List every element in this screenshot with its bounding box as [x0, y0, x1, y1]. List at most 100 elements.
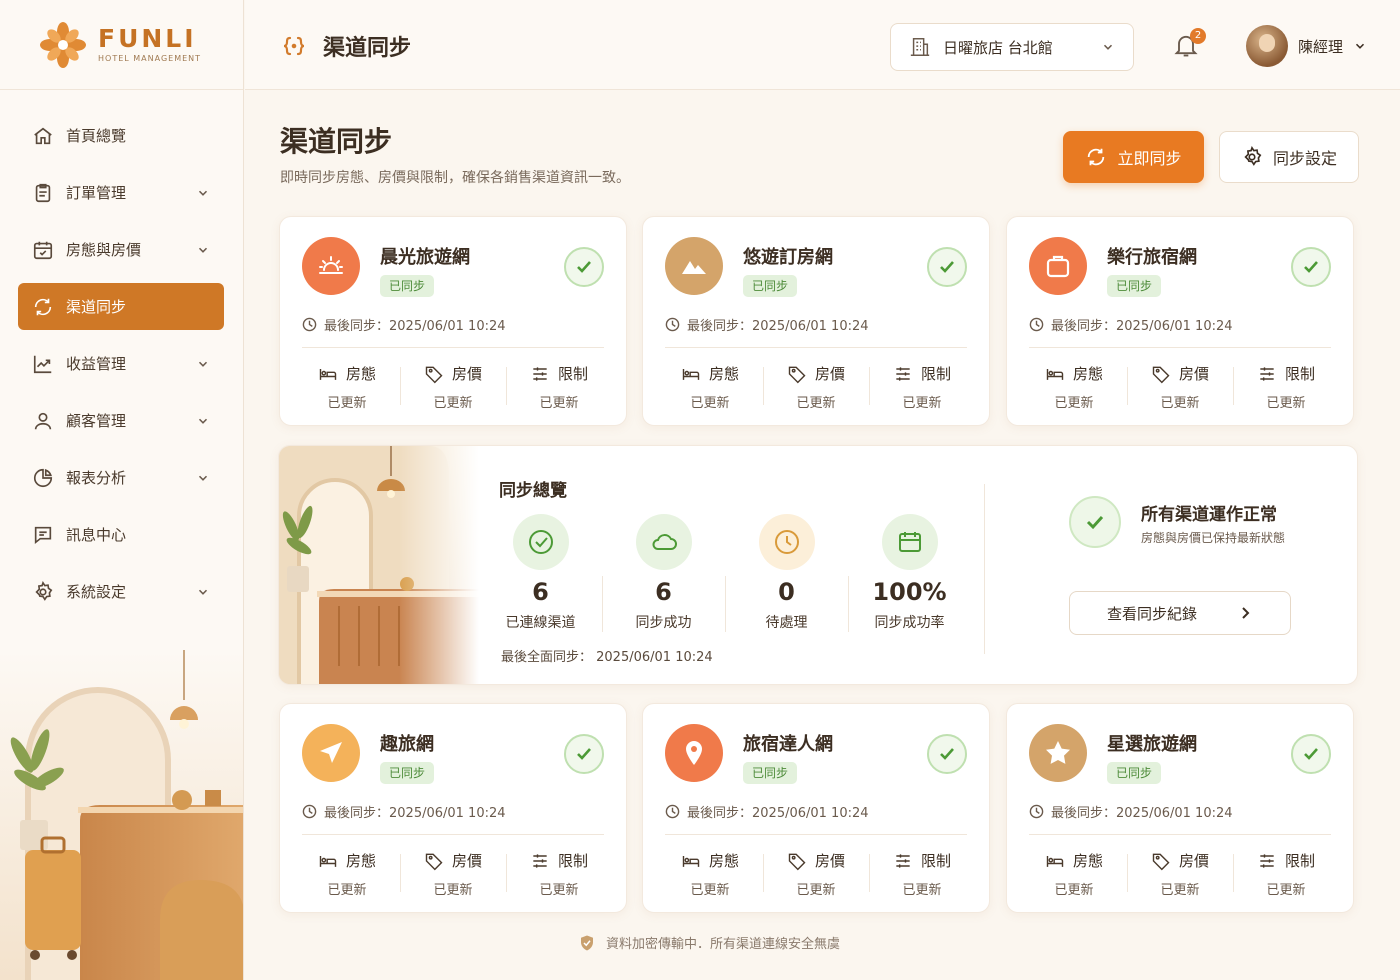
- channel-stats: 房態 已更新 房價 已更新 限制 已更新: [294, 363, 612, 411]
- sidebar-item-rooms-rates[interactable]: 房態與房價: [18, 226, 224, 273]
- stat-rates: 房價 已更新: [763, 850, 869, 898]
- chevron-right-icon: [1237, 605, 1253, 621]
- sidebar-item-settings[interactable]: 系統設定: [18, 568, 224, 615]
- channel-name: 旅宿達人網: [743, 734, 833, 755]
- status-badge: 已同步: [743, 275, 798, 297]
- channel-stats: 房態 已更新 房價 已更新 限制 已更新: [657, 850, 975, 898]
- mountain-icon: [680, 252, 708, 280]
- stat-value: 已更新: [1266, 883, 1306, 898]
- sidebar-item-messages[interactable]: 訊息中心: [18, 511, 224, 558]
- sliders-icon: [893, 364, 913, 384]
- stat-label: 房態: [1072, 365, 1103, 383]
- channel-card[interactable]: 星選旅遊網 已同步 最後同步：2025/06/01 10:24 房態 已更新 房價 已更新限…: [1006, 703, 1354, 913]
- stat-value: 0: [778, 578, 795, 606]
- brand-logo[interactable]: FUNLI HOTEL MANAGEMENT: [0, 0, 243, 90]
- sync-icon: [32, 296, 54, 318]
- channel-stats: 房態 已更新 房價 已更新 限制 已更新: [294, 850, 612, 898]
- stat-rates: 房價 已更新: [1127, 363, 1233, 411]
- sidebar-item-channel-sync[interactable]: 渠道同步: [18, 283, 224, 330]
- stat-label: 限制: [557, 365, 588, 383]
- stat-value: 已更新: [690, 883, 730, 898]
- sidebar-item-orders[interactable]: 訂單管理: [18, 169, 224, 216]
- divider: [665, 834, 967, 835]
- stat-availability: 房態 已更新: [657, 850, 763, 898]
- calendar-icon: [881, 514, 938, 570]
- last-sync-text: 最後同步：2025/06/01 10:24: [1051, 806, 1233, 821]
- channel-card[interactable]: 樂行旅宿網 已同步 最後同步：2025/06/01 10:24 房態 已更新 房價 已更新限…: [1006, 216, 1354, 426]
- sync-settings-button[interactable]: 同步設定: [1219, 131, 1359, 183]
- sidebar-item-reports[interactable]: 報表分析: [18, 454, 224, 501]
- header-title-text: 渠道同步: [323, 36, 412, 61]
- message-icon: [32, 524, 54, 546]
- stat-rates: 房價 已更新: [400, 363, 506, 411]
- stat-label: 已連線渠道: [505, 615, 576, 631]
- sidebar-item-label: 訂單管理: [66, 184, 127, 202]
- property-selector[interactable]: 日曜旅店 台北館: [890, 23, 1134, 71]
- sliders-icon: [1257, 851, 1277, 871]
- clock-icon: [665, 804, 680, 819]
- clock-icon: [665, 317, 680, 332]
- sunrise-icon: [317, 252, 345, 280]
- sidebar-item-label: 報表分析: [66, 469, 127, 487]
- stat-value: 已更新: [1054, 396, 1094, 411]
- stat-restrictions: 限制 已更新: [506, 850, 612, 898]
- brand-subtitle: HOTEL MANAGEMENT: [98, 54, 202, 63]
- stat-value: 已更新: [796, 883, 836, 898]
- sidebar-item-home[interactable]: 首頁總覽: [18, 112, 224, 159]
- last-sync: 最後同步：2025/06/01 10:24: [1029, 315, 1233, 334]
- channel-name: 悠遊訂房網: [743, 247, 833, 268]
- notifications-button[interactable]: 2: [1172, 28, 1206, 59]
- stat-restrictions: 限制已更新: [1233, 850, 1339, 898]
- bed-icon: [318, 851, 338, 871]
- sync-now-button[interactable]: 立即同步: [1063, 131, 1204, 183]
- channel-logo: [665, 724, 723, 782]
- stat-availability: 房態已更新: [294, 363, 400, 411]
- channel-name: 晨光旅遊網: [380, 247, 470, 268]
- chevron-down-icon: [1353, 39, 1367, 53]
- stat-availability: 房態 已更新: [657, 363, 763, 411]
- channel-card[interactable]: 趣旅網 已同步 最後同步：2025/06/01 10:24 房態 已更新 房價 已更新 限制已…: [279, 703, 627, 913]
- divider: [1029, 347, 1331, 348]
- stat-sync-success: 6 同步成功: [602, 514, 725, 632]
- map-pin-icon: [680, 739, 708, 767]
- divider: [665, 347, 967, 348]
- chevron-down-icon: [196, 357, 210, 371]
- stat-rates: 房價 已更新: [400, 850, 506, 898]
- sidebar-item-label: 訊息中心: [66, 526, 127, 544]
- sidebar-item-revenue[interactable]: 收益管理: [18, 340, 224, 387]
- check-icon: [1291, 734, 1331, 774]
- chevron-down-icon: [196, 243, 210, 257]
- chevron-down-icon: [1101, 40, 1115, 54]
- stat-value: 已更新: [327, 396, 367, 411]
- stat-value: 6: [655, 578, 672, 606]
- stat-restrictions: 限制 已更新: [1233, 363, 1339, 411]
- lobby-photo: [279, 446, 479, 684]
- stat-label: 房態: [1072, 852, 1103, 870]
- clock-icon: [302, 317, 317, 332]
- channel-stats: 房態 已更新 房價 已更新 限制 已更新: [1021, 363, 1339, 411]
- stat-value: 已更新: [433, 396, 473, 411]
- last-sync-text: 最後同步：2025/06/01 10:24: [687, 806, 869, 821]
- footer-text: 資料加密傳輸中．所有渠道連線安全無虞: [606, 937, 841, 952]
- paper-plane-icon: [317, 739, 345, 767]
- stat-label: 限制: [1284, 852, 1315, 870]
- stat-label: 房態: [345, 365, 376, 383]
- stat-value: 已更新: [539, 396, 579, 411]
- bed-icon: [1045, 851, 1065, 871]
- channel-card[interactable]: 旅宿達人網 已同步 最後同步：2025/06/01 10:24 房態 已更新 房價 已更新限…: [642, 703, 990, 913]
- sidebar-item-label: 房態與房價: [66, 241, 142, 259]
- sidebar-item-customers[interactable]: 顧客管理: [18, 397, 224, 444]
- stat-label: 房價: [1178, 365, 1209, 383]
- view-sync-log-label: 查看同步紀錄: [1106, 604, 1197, 623]
- stat-availability: 房態已更新: [1021, 363, 1127, 411]
- security-footer: 資料加密傳輸中．所有渠道連線安全無虞: [578, 933, 840, 952]
- view-sync-log-button[interactable]: 查看同步紀錄: [1069, 591, 1291, 635]
- trend-chart-icon: [32, 353, 54, 375]
- lobby-illustration: [0, 650, 243, 980]
- user-menu[interactable]: 陳經理: [1246, 25, 1367, 67]
- sidebar-item-label: 系統設定: [66, 583, 127, 601]
- channel-card[interactable]: 悠遊訂房網 已同步 最後同步：2025/06/01 10:24 房態 已更新 房價 已更新限…: [642, 216, 990, 426]
- sliders-icon: [893, 851, 913, 871]
- channel-card[interactable]: 晨光旅遊網 已同步 最後同步：2025/06/01 10:24 房態 已更新 房價 已更新限…: [279, 216, 627, 426]
- tag-icon: [1151, 851, 1171, 871]
